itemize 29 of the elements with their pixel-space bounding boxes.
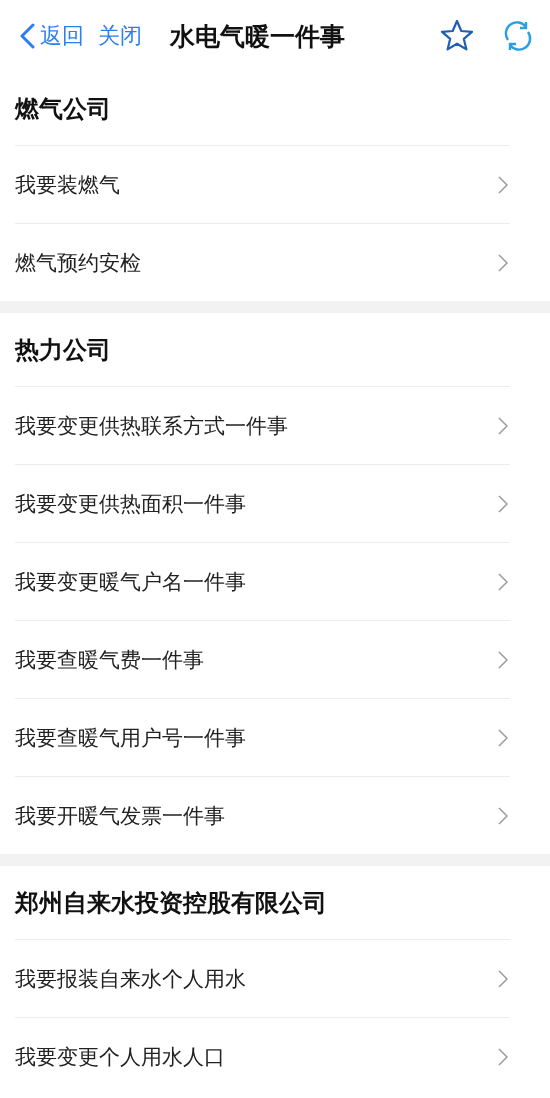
service-item[interactable]: 我要变更暖气户名一件事 <box>15 542 510 620</box>
chevron-right-icon <box>498 175 508 194</box>
chevron-right-icon <box>498 494 508 513</box>
service-item[interactable]: 我要查暖气用户号一件事 <box>15 698 510 776</box>
chevron-left-icon <box>18 23 36 49</box>
service-item[interactable]: 我要报装自来水个人用水 <box>15 939 510 1017</box>
page-title: 水电气暖一件事 <box>170 20 345 53</box>
service-item[interactable]: 我要装燃气 <box>15 145 510 223</box>
service-item[interactable]: 我要变更供热面积一件事 <box>15 464 510 542</box>
chevron-right-icon <box>498 416 508 435</box>
refresh-icon[interactable] <box>502 20 534 52</box>
close-link[interactable]: 关闭 <box>98 21 142 51</box>
chevron-right-icon <box>498 572 508 591</box>
back-link[interactable]: 返回 <box>18 21 84 51</box>
chevron-right-icon <box>498 806 508 825</box>
chevron-right-icon <box>498 1047 508 1066</box>
section-title: 热力公司 <box>15 334 111 366</box>
service-item[interactable]: 我要变更个人用水人口 <box>15 1017 510 1095</box>
section-title: 郑州自来水投资控股有限公司 <box>15 887 327 919</box>
service-item[interactable]: 我要变更供热联系方式一件事 <box>15 386 510 464</box>
chevron-right-icon <box>498 650 508 669</box>
chevron-right-icon <box>498 728 508 747</box>
service-item[interactable]: 我要查暖气费一件事 <box>15 620 510 698</box>
chevron-right-icon <box>498 253 508 272</box>
service-item[interactable]: 我要开暖气发票一件事 <box>15 776 510 854</box>
star-icon[interactable] <box>440 19 474 53</box>
section-title: 燃气公司 <box>15 93 111 125</box>
chevron-right-icon <box>498 969 508 988</box>
service-item[interactable]: 燃气预约安检 <box>15 223 510 301</box>
